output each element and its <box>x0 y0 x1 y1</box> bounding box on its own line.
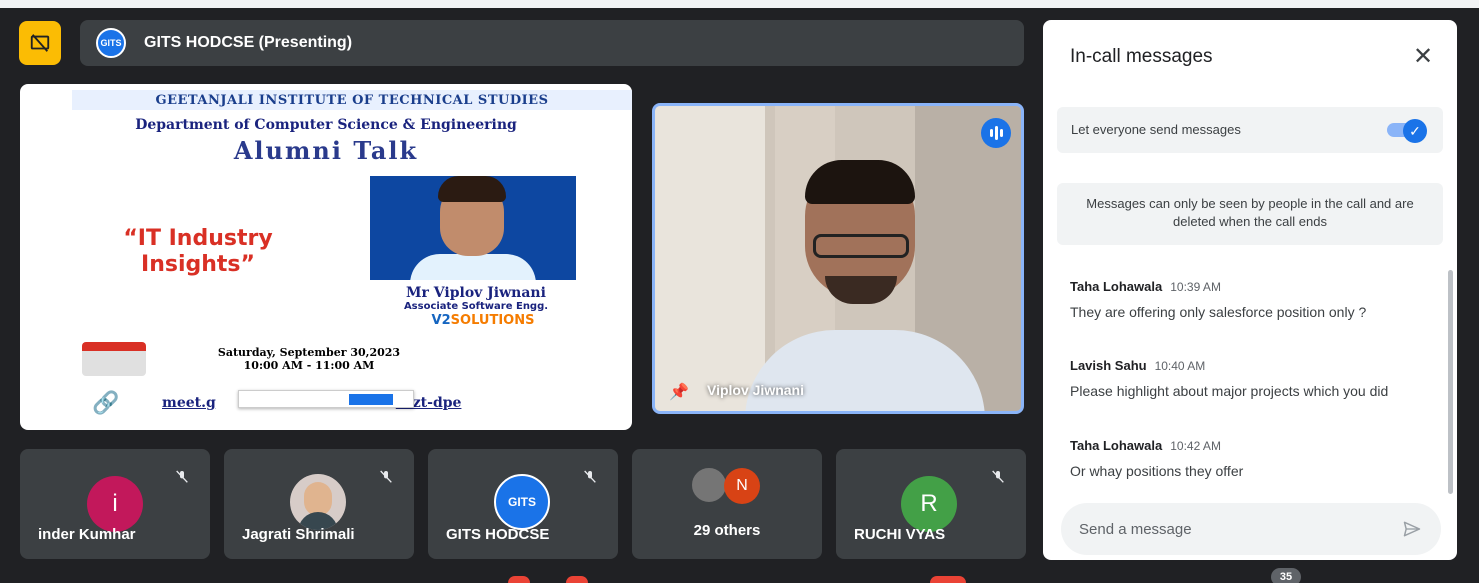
speaker-role: Associate Software Engg. <box>403 301 549 312</box>
event-time: 10:00 AM - 11:00 AM <box>243 359 375 372</box>
video-tile-name: Viplov Jiwnani <box>707 382 804 398</box>
check-icon: ✓ <box>1403 119 1427 143</box>
leave-call-button[interactable] <box>930 576 966 583</box>
pin-icon[interactable]: 📌 <box>669 382 689 402</box>
sharing-banner <box>238 390 414 408</box>
avatar <box>290 474 346 530</box>
message-text: Please highlight about major projects wh… <box>1070 383 1389 399</box>
chat-message: Taha Lohawala 10:39 AM They are offering … <box>1070 278 1440 320</box>
message-time: 10:42 AM <box>1170 439 1221 453</box>
participant-tile[interactable]: i inder Kumhar <box>20 449 210 559</box>
avatar: N <box>724 468 760 504</box>
avatar: i <box>87 476 143 532</box>
speaker-video-tile[interactable]: 📌 Viplov Jiwnani <box>652 103 1024 414</box>
message-time: 10:39 AM <box>1170 280 1221 294</box>
allow-messages-toggle[interactable]: ✓ <box>1387 119 1427 143</box>
message-composer <box>1061 503 1441 555</box>
presenting-banner: GITS GITS HODCSE (Presenting) <box>80 20 1024 66</box>
chat-message: Lavish Sahu 10:40 AM Please highlight abo… <box>1070 357 1440 399</box>
message-sender: Lavish Sahu <box>1070 358 1147 373</box>
calendar-icon <box>82 342 146 376</box>
present-off-icon <box>30 34 50 52</box>
control-button[interactable] <box>566 576 588 583</box>
others-count: 29 others <box>693 522 761 539</box>
participant-name: RUCHI VYAS <box>854 526 946 543</box>
link-icon: 🔗 <box>92 390 120 415</box>
privacy-notice: Messages can only be seen by people in t… <box>1057 183 1443 245</box>
message-text: Or whay positions they offer <box>1070 463 1244 479</box>
participant-count-badge: 35 <box>1271 568 1301 583</box>
participant-name: GITS HODCSE <box>446 526 550 543</box>
mic-off-icon <box>584 470 596 483</box>
others-tile[interactable]: N 29 others <box>632 449 822 559</box>
institute-name: GEETANJALI INSTITUTE OF TECHNICAL STUDIE… <box>72 90 632 110</box>
department-name: Department of Computer Science & Enginee… <box>135 117 517 133</box>
top-edge <box>0 0 1479 8</box>
chat-message: Taha Lohawala 10:42 AM Or whay positions … <box>1070 437 1440 479</box>
talk-topic: “IT Industry Insights” <box>123 226 273 277</box>
avatar <box>690 466 728 504</box>
participant-name: inder Kumhar <box>38 526 136 543</box>
send-icon[interactable] <box>1401 519 1423 539</box>
participant-tile[interactable]: R RUCHI VYAS <box>836 449 1026 559</box>
gits-logo: GITS <box>494 474 550 530</box>
close-icon[interactable]: ✕ <box>1411 43 1435 70</box>
in-call-messages-panel: In-call messages ✕ Let everyone send mes… <box>1043 20 1457 560</box>
send-permission-row: Let everyone send messages ✓ <box>1057 107 1443 153</box>
toggle-label: Let everyone send messages <box>1071 122 1241 137</box>
participant-tile[interactable]: GITS GITS HODCSE <box>428 449 618 559</box>
speaker-photo <box>370 176 576 280</box>
message-text: They are offering only salesforce positi… <box>1070 304 1367 320</box>
stop-presenting-button[interactable] <box>19 21 61 65</box>
company-name: V2SOLUTIONS <box>385 313 581 328</box>
meet-link-start: meet.g <box>162 395 216 411</box>
message-input[interactable] <box>1079 517 1379 541</box>
panel-title: In-call messages <box>1070 46 1213 67</box>
message-sender: Taha Lohawala <box>1070 279 1163 294</box>
messages-scrollbar[interactable] <box>1448 270 1453 494</box>
avatar: R <box>901 476 957 532</box>
participant-name: Jagrati Shrimali <box>242 526 355 543</box>
presenter-label: GITS HODCSE (Presenting) <box>144 34 353 51</box>
company-prefix: V2 <box>431 313 451 328</box>
gits-logo: GITS <box>96 28 126 58</box>
event-title: Alumni Talk <box>233 136 419 165</box>
mic-off-icon <box>176 470 188 483</box>
control-button[interactable] <box>508 576 530 583</box>
participant-tile[interactable]: Jagrati Shrimali <box>224 449 414 559</box>
mic-off-icon <box>380 470 392 483</box>
event-date-day: Saturday, September 30,2023 <box>217 346 401 359</box>
event-date: Saturday, September 30,2023 10:00 AM - 1… <box>164 346 454 372</box>
speaker-name: Mr Viplov Jiwnani <box>406 285 546 301</box>
message-time: 10:40 AM <box>1154 359 1206 373</box>
company-suffix: SOLUTIONS <box>450 313 535 328</box>
presented-screen: GEETANJALI INSTITUTE OF TECHNICAL STUDIE… <box>20 84 632 430</box>
message-sender: Taha Lohawala <box>1070 438 1163 453</box>
mic-off-icon <box>992 470 1004 483</box>
speaking-indicator-icon <box>981 118 1011 148</box>
